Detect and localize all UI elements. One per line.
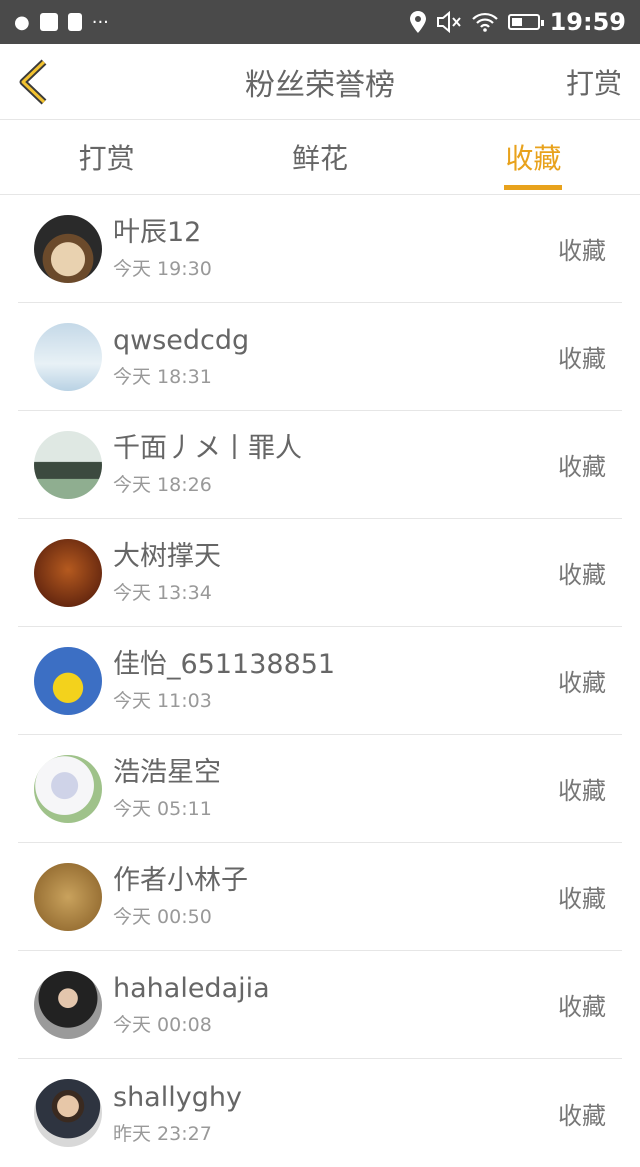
tab-flowers[interactable]: 鲜花 [213, 120, 426, 194]
list-item[interactable]: qwsedcdg 今天 18:31 收藏 [18, 303, 622, 411]
fan-action: 收藏 [558, 237, 606, 265]
avatar [34, 1079, 102, 1147]
avatar [34, 538, 102, 607]
page-title: 粉丝荣誉榜 [245, 67, 395, 103]
avatar [34, 970, 102, 1039]
tab-label: 收藏 [505, 142, 562, 175]
fan-time: 今天 18:31 [113, 366, 212, 388]
fan-name: 叶辰12 [113, 217, 202, 248]
fan-name: qwsedcdg [113, 325, 250, 356]
list-item[interactable]: hahaledajia 今天 00:08 收藏 [18, 951, 622, 1059]
fan-time: 昨天 23:27 [113, 1122, 212, 1145]
avatar [34, 754, 102, 823]
fan-time: 今天 19:30 [113, 258, 212, 280]
avatar [34, 430, 102, 499]
fan-name: 浩浩星空 [113, 757, 221, 788]
fan-action: 收藏 [558, 561, 606, 589]
list-item[interactable]: 千面丿メ丨罪人今天 18:26 收藏 [18, 411, 622, 519]
fan-name: shallyghy [113, 1081, 242, 1113]
fan-name: 作者小林子 [113, 865, 248, 896]
fan-time: 今天 00:08 [113, 1014, 212, 1036]
fan-name: 大树撑天 [113, 541, 221, 572]
tab-bar: 打赏 鲜花 收藏 [0, 120, 640, 195]
status-right-icons: 19:59 [409, 8, 626, 36]
location-icon [409, 11, 426, 33]
avatar [34, 646, 102, 715]
status-left-icons: ● ··· [14, 12, 109, 33]
back-chevron-icon [19, 58, 47, 105]
list-item[interactable]: 大树撑天今天 13:34 收藏 [18, 519, 622, 627]
fan-action: 收藏 [558, 1101, 606, 1130]
fan-action: 收藏 [558, 345, 606, 373]
list-item[interactable]: 浩浩星空今天 05:11 收藏 [18, 735, 622, 843]
wifi-icon [471, 12, 498, 32]
tab-reward[interactable]: 打赏 [0, 120, 213, 194]
list-item[interactable]: 叶辰12 今天 19:30 收藏 [18, 195, 622, 303]
fan-list: 叶辰12 今天 19:30 收藏 qwsedcdg 今天 18:31 收藏 千面丿メ… [0, 195, 640, 1167]
tab-favorites[interactable]: 收藏 [427, 120, 640, 194]
fan-name: 千面丿メ丨罪人 [113, 433, 302, 464]
fan-name: hahaledajia [113, 973, 270, 1004]
fan-action: 收藏 [558, 993, 606, 1021]
tab-label: 鲜花 [291, 142, 348, 175]
clock: 19:59 [549, 8, 626, 36]
fan-name: 佳怡_651138851 [113, 649, 336, 680]
fan-time: 今天 18:26 [113, 474, 212, 496]
status-bar: ● ··· 19:59 [0, 0, 640, 44]
fan-action: 收藏 [558, 669, 606, 697]
back-button[interactable] [18, 57, 58, 107]
avatar [34, 862, 102, 931]
fan-action: 收藏 [558, 453, 606, 481]
more-notifications-icon: ··· [91, 11, 109, 33]
fan-time: 今天 13:34 [113, 582, 212, 604]
reward-button[interactable]: 打赏 [566, 62, 622, 102]
list-item[interactable]: 佳怡_651138851 今天 11:03 收藏 [18, 627, 622, 735]
fan-action: 收藏 [558, 885, 606, 913]
list-item[interactable]: shallyghy 昨天 23:27 收藏 [18, 1059, 622, 1167]
notification-icon: ● [14, 11, 30, 33]
avatar [34, 214, 102, 283]
battery-icon [507, 14, 544, 30]
app-notification-icon [39, 13, 58, 31]
active-tab-indicator [504, 185, 563, 190]
nav-bar: 粉丝荣誉榜 打赏 [0, 44, 640, 120]
tab-label: 打赏 [78, 142, 135, 175]
avatar [34, 322, 102, 391]
mute-icon [436, 11, 461, 33]
fan-action: 收藏 [558, 777, 606, 805]
fan-time: 今天 00:50 [113, 906, 212, 928]
sim-card-icon [67, 13, 82, 31]
list-item[interactable]: 作者小林子今天 00:50 收藏 [18, 843, 622, 951]
fan-time: 今天 05:11 [113, 798, 212, 820]
fan-time: 今天 11:03 [113, 690, 212, 712]
